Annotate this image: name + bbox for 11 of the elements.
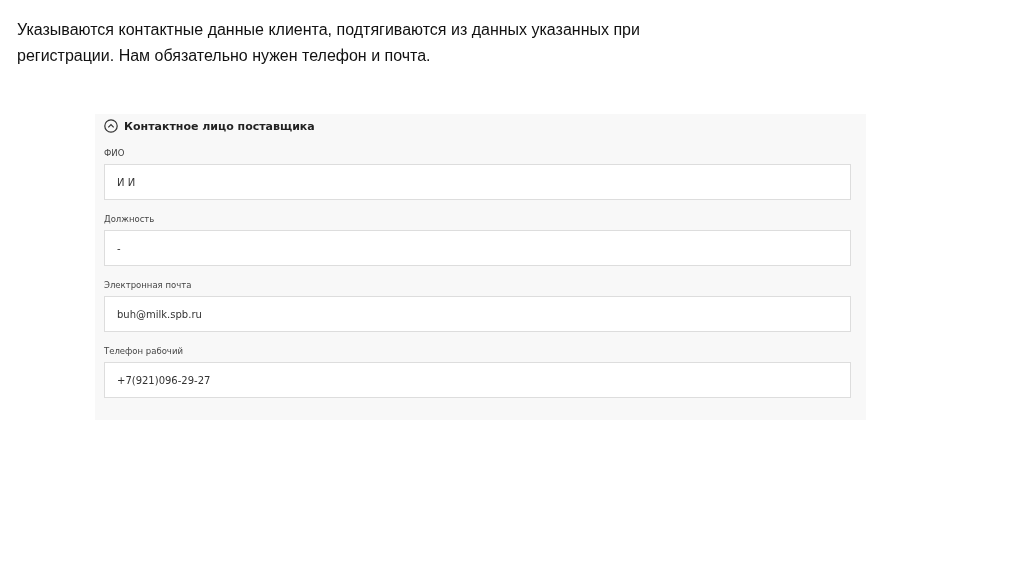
section-title: Контактное лицо поставщика [124, 119, 315, 133]
input-field[interactable]: - [104, 230, 851, 266]
field-label: ФИО [104, 147, 125, 159]
input-field[interactable]: +7(921)096-29-27 [104, 362, 851, 398]
input-field[interactable]: buh@milk.spb.ru [104, 296, 851, 332]
input-field[interactable]: И И [104, 164, 851, 200]
field-label: Электронная почта [104, 279, 192, 291]
field-label: Должность [104, 213, 155, 225]
slide-caption: Указываются контактные данные клиента, подтягиваются из данных указанных при регистрации. Нам обязательно нужен телефон и почта. [16, 20, 641, 66]
collapse-icon[interactable] [104, 119, 118, 133]
field-label: Телефон рабочий [104, 345, 183, 357]
